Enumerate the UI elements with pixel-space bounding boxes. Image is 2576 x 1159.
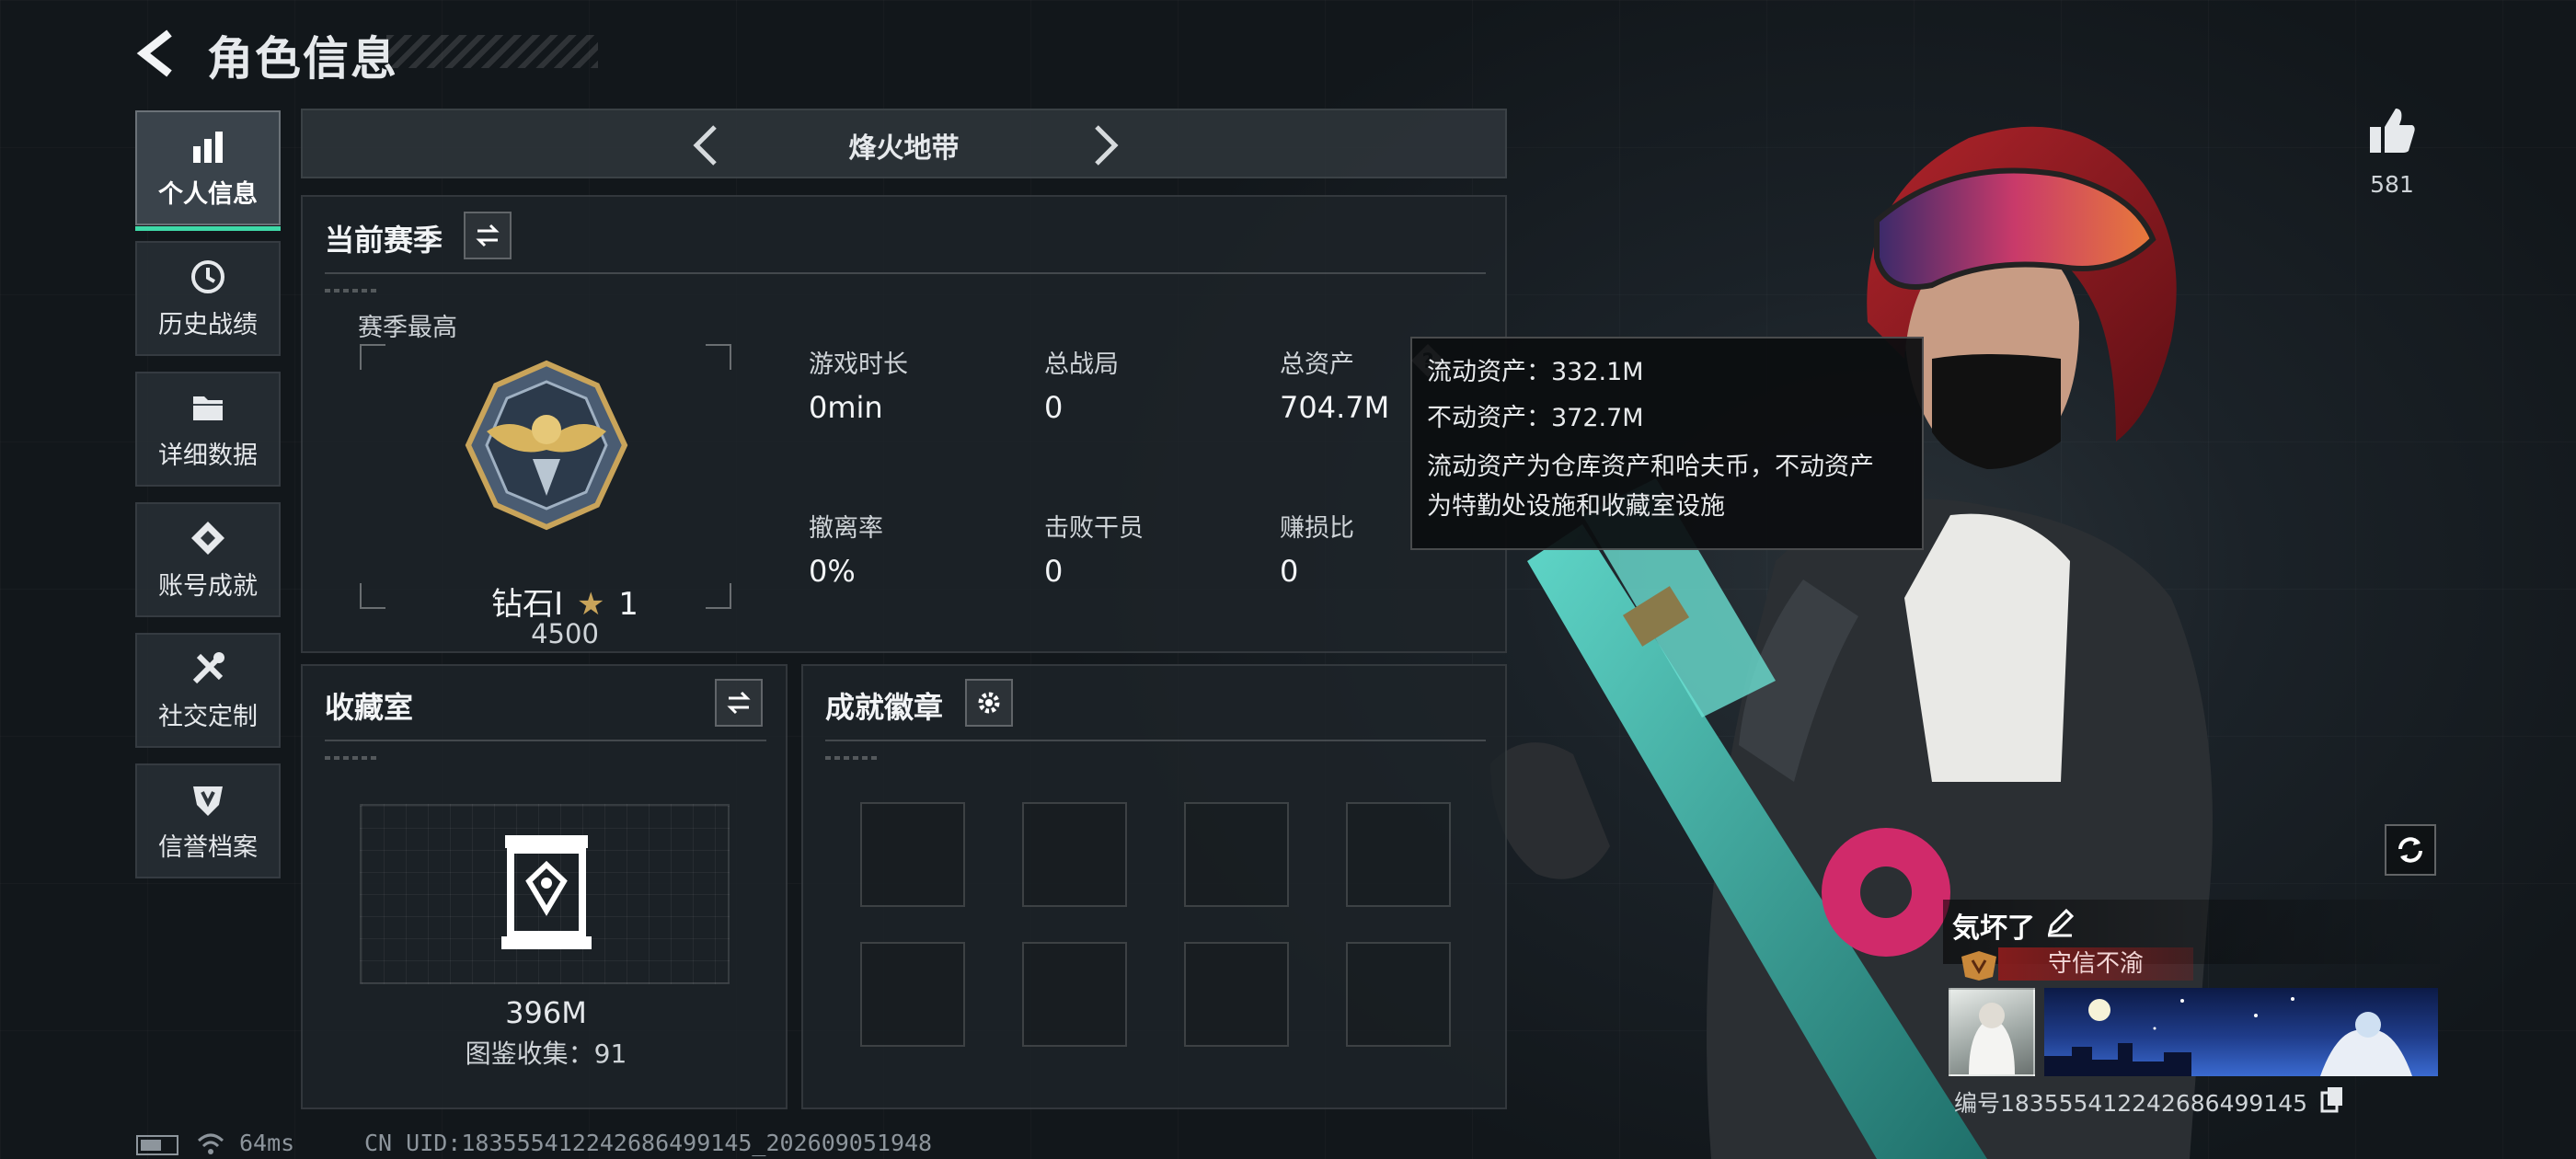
season-section-title: 当前赛季	[325, 223, 443, 258]
stat-extract-rate-value: 0%	[809, 554, 856, 589]
badge-slot[interactable]	[1184, 802, 1289, 907]
divider	[325, 740, 766, 741]
frame-corner	[706, 344, 731, 370]
badge-slot[interactable]	[1022, 802, 1127, 907]
badge-slot[interactable]	[1346, 802, 1451, 907]
badges-section-title: 成就徽章	[825, 690, 944, 725]
shield-emblem-icon	[188, 779, 228, 820]
ping-value: 64ms	[239, 1130, 295, 1156]
tooltip-description-line2: 为特勤处设施和收藏室设施	[1427, 492, 1725, 521]
sidebar-item-achievements[interactable]: 账号成就	[135, 502, 281, 617]
rank-name: 钻石I	[491, 586, 564, 623]
sidebar-item-label: 信誉档案	[158, 833, 258, 862]
chevron-right-icon[interactable]	[1078, 120, 1130, 171]
cn-uid: CN UID:183555412242686499145_20260905194…	[364, 1130, 933, 1156]
collection-index: 图鉴收集：91	[465, 1039, 627, 1069]
switch-season-button[interactable]	[464, 212, 512, 259]
badge-slot[interactable]	[1346, 942, 1451, 1047]
sidebar-item-social-custom[interactable]: 社交定制	[135, 633, 281, 748]
achievement-badges-panel: 成就徽章	[801, 664, 1507, 1109]
tools-icon	[188, 648, 228, 689]
badge-slot[interactable]	[1184, 942, 1289, 1047]
rank-name-row: 钻石I ★ 1	[303, 579, 827, 624]
collection-room-panel: 收藏室 396M 图鉴收集：91	[301, 664, 788, 1109]
rotate-view-button[interactable]	[2385, 824, 2436, 876]
wifi-icon	[197, 1133, 224, 1154]
stat-playtime-label: 游戏时长	[809, 350, 908, 379]
sidebar-item-label: 历史战绩	[158, 311, 258, 339]
title-badge: 守信不渝	[1998, 947, 2193, 981]
rank-emblem-icon	[465, 360, 628, 531]
history-clock-icon	[188, 257, 228, 297]
badge-slot[interactable]	[1022, 942, 1127, 1047]
assets-tooltip: 流动资产：332.1M 不动资产：372.7M 流动资产为仓库资产和哈夫币，不动…	[1410, 337, 1924, 550]
player-name: 気坏了	[1952, 912, 2035, 945]
stat-extract-rate-label: 撤离率	[809, 514, 883, 543]
swap-icon	[727, 691, 751, 715]
sidebar-item-history[interactable]: 历史战绩	[135, 241, 281, 356]
current-season-panel: 当前赛季 赛季最高 钻石I ★ 1 4500 游戏时长 0min 总战局 0 总…	[301, 195, 1507, 653]
decor-dash	[325, 289, 380, 293]
rank-points: 4500	[531, 618, 599, 649]
stat-profit-ratio-label: 赚损比	[1280, 514, 1354, 543]
sidebar-item-label: 账号成就	[158, 572, 258, 601]
divider	[325, 272, 1486, 274]
sidebar-item-label: 社交定制	[158, 703, 258, 731]
player-id: 编号183555412242686499145	[1954, 1090, 2308, 1117]
stat-total-assets-value: 704.7M	[1280, 390, 1390, 425]
sidebar-item-personal-info[interactable]: 个人信息	[135, 110, 281, 231]
like-count: 581	[2370, 171, 2414, 198]
tooltip-description-line1: 流动资产为仓库资产和哈夫币，不动资产	[1427, 453, 1874, 481]
decor-dash	[325, 756, 380, 760]
divider	[825, 740, 1486, 741]
battery-icon	[136, 1135, 178, 1155]
stat-profit-ratio-value: 0	[1280, 554, 1299, 589]
achievement-icon	[188, 518, 228, 558]
tooltip-fixed-assets: 不动资产：372.7M	[1427, 404, 1644, 432]
profile-banner[interactable]	[2044, 988, 2438, 1076]
badge-slot[interactable]	[860, 802, 965, 907]
copy-icon[interactable]	[2320, 1085, 2344, 1113]
collection-case-icon	[501, 835, 592, 949]
swap-icon	[476, 224, 500, 247]
collection-preview[interactable]	[360, 804, 730, 984]
mode-selector-bar: 烽火地带	[301, 109, 1507, 178]
star-icon: ★	[576, 586, 605, 623]
mode-title: 烽火地带	[848, 132, 960, 165]
switch-collection-button[interactable]	[715, 679, 763, 727]
edit-pencil-icon[interactable]	[2044, 907, 2076, 938]
season-best-label: 赛季最高	[358, 314, 457, 342]
thumbs-up-icon[interactable]	[2366, 105, 2418, 156]
sidebar-item-credit-record[interactable]: 信誉档案	[135, 763, 281, 878]
avatar[interactable]	[1949, 988, 2035, 1076]
badge-slot[interactable]	[860, 942, 965, 1047]
title-emblem-icon	[1958, 949, 2000, 982]
stat-playtime-value: 0min	[809, 390, 883, 425]
page-title: 角色信息	[207, 32, 398, 86]
badge-settings-button[interactable]	[965, 679, 1013, 727]
stat-kills-label: 击败干员	[1044, 514, 1144, 543]
sidebar-item-label: 详细数据	[158, 442, 258, 470]
refresh-icon	[2398, 837, 2422, 863]
stat-total-matches-label: 总战局	[1044, 350, 1119, 379]
collection-value: 396M	[505, 995, 587, 1030]
collection-section-title: 收藏室	[325, 690, 414, 725]
stat-total-matches-value: 0	[1044, 390, 1064, 425]
sidebar-item-label: 个人信息	[158, 180, 258, 209]
rank-stars: 1	[618, 586, 638, 623]
stat-kills-value: 0	[1044, 554, 1064, 589]
title-decoration	[386, 35, 598, 68]
frame-corner	[360, 344, 385, 370]
stat-total-assets-label: 总资产	[1280, 350, 1354, 379]
bar-chart-icon	[188, 126, 228, 166]
gear-icon	[978, 692, 1000, 714]
back-arrow-icon[interactable]	[129, 26, 184, 81]
decor-dash	[825, 756, 880, 760]
tooltip-liquid-assets: 流动资产：332.1M	[1427, 358, 1644, 386]
sidebar-item-detailed-data[interactable]: 详细数据	[135, 372, 281, 487]
folder-icon	[188, 387, 228, 428]
